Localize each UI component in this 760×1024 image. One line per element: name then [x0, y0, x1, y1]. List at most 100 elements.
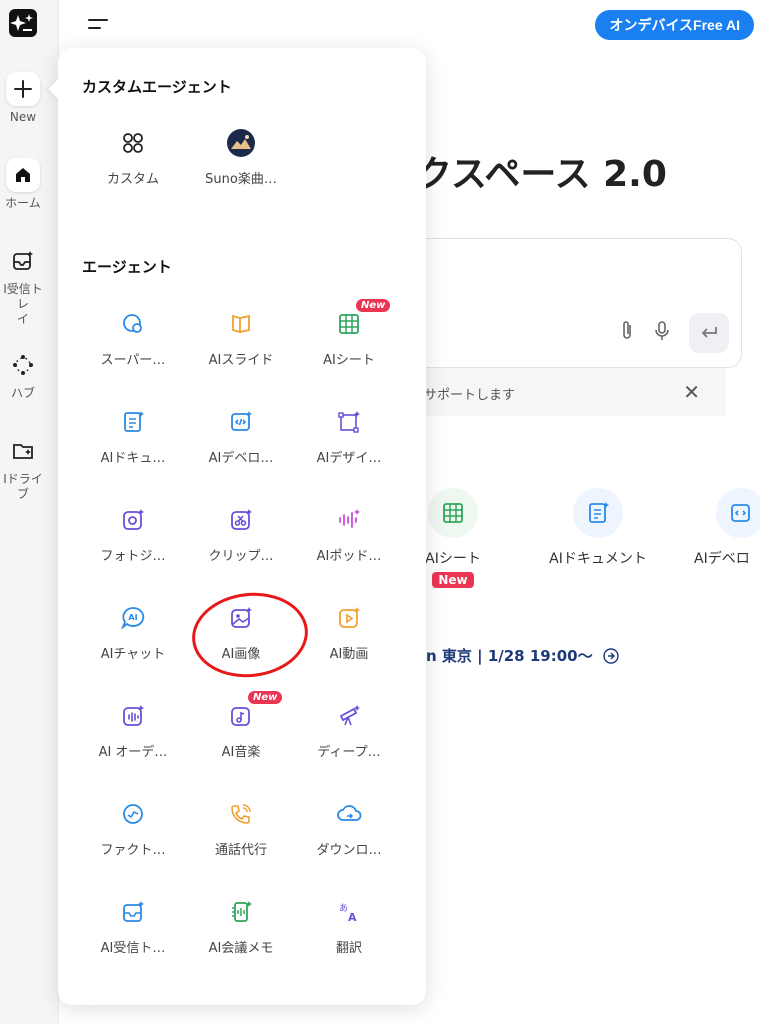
- rail-label: ハブ: [10, 386, 35, 400]
- inbox-icon: [116, 895, 150, 929]
- tile-label: ディープ…: [317, 745, 381, 760]
- chat-icon: AI: [116, 601, 150, 635]
- fact-check-icon: [116, 797, 150, 831]
- new-agent-popup: カスタムエージェント カスタム Suno楽曲… エージェント スーパー… AIス…: [48, 48, 426, 1005]
- tile-label: フォトジ…: [100, 549, 166, 564]
- tile-label: 通話代行: [214, 843, 267, 858]
- svg-text:AI: AI: [128, 613, 137, 622]
- enter-icon: [701, 327, 717, 338]
- tile-label: AIポッド…: [316, 549, 382, 564]
- agent-tile-ai-slides[interactable]: AIスライド: [187, 291, 295, 389]
- close-icon[interactable]: ✕: [683, 380, 700, 404]
- agent-tile-ai-music[interactable]: New AI音楽: [187, 683, 295, 781]
- agent-tile-ai-sheet[interactable]: New AIシート: [295, 291, 403, 389]
- clip-icon: [224, 503, 258, 537]
- notice-text: サポートします: [424, 388, 516, 403]
- agent-tile-ai-chat[interactable]: AI AIチャット: [79, 585, 187, 683]
- on-device-free-ai-button[interactable]: オンデバイスFree AI: [595, 10, 754, 40]
- quick-agent-ai-document[interactable]: AIドキュメント: [528, 488, 668, 568]
- agent-tile-download[interactable]: ダウンロ…: [295, 781, 403, 879]
- agent-tile-deep-research[interactable]: ディープ…: [295, 683, 403, 781]
- notice-banner: サポートします ✕: [380, 368, 726, 416]
- svg-text:A: A: [348, 911, 357, 924]
- sheet-icon: [428, 488, 478, 538]
- agent-tile-call-agent[interactable]: 通話代行: [187, 781, 295, 879]
- rail-label: Iドライブ: [3, 472, 43, 501]
- tile-label: カスタム: [106, 172, 159, 187]
- tile-label: 翻訳: [335, 941, 362, 956]
- design-icon: [332, 405, 366, 439]
- agent-tile-translate[interactable]: あA 翻訳: [295, 879, 403, 977]
- agent-tile-fact-check[interactable]: ファクト…: [79, 781, 187, 879]
- agent-tile-ai-document[interactable]: AIドキュ…: [79, 389, 187, 487]
- inbox-icon: [6, 244, 40, 278]
- cloud-download-icon: [332, 797, 366, 831]
- tile-label: スーパー…: [100, 353, 166, 368]
- tile-label: AI音楽: [221, 745, 261, 760]
- tile-label: AI受信ト…: [100, 941, 166, 956]
- agent-tile-super-agent[interactable]: スーパー…: [79, 291, 187, 389]
- tile-label: Suno楽曲…: [205, 172, 277, 187]
- new-badge: New: [432, 572, 474, 588]
- left-rail: New ホーム I受信トレ イ ハブ Iドライブ: [0, 0, 59, 1024]
- agent-tile-ai-developer[interactable]: AIデベロ…: [187, 389, 295, 487]
- tile-label: AI オーデ…: [98, 745, 168, 760]
- genspark-logo[interactable]: [9, 9, 37, 37]
- music-icon: New: [224, 691, 283, 733]
- menu-toggle-icon[interactable]: [88, 16, 108, 32]
- translate-icon: あA: [332, 895, 366, 929]
- rail-item-drive[interactable]: Iドライブ: [0, 434, 46, 502]
- meeting-notes-icon: [224, 895, 258, 929]
- tile-label: AIデザイ…: [316, 451, 382, 466]
- tile-label: AI画像: [221, 647, 261, 662]
- quick-label: AIドキュメント: [549, 551, 647, 567]
- tile-label: AIドキュ…: [100, 451, 166, 466]
- photo-icon: [116, 503, 150, 537]
- arrow-right-circle-icon: [602, 647, 619, 664]
- agent-tile-ai-design[interactable]: AIデザイ…: [295, 389, 403, 487]
- agent-tile-ai-image[interactable]: AI画像: [187, 585, 295, 683]
- tile-label: AIシート: [323, 353, 375, 368]
- agent-tile-ai-video[interactable]: AI動画: [295, 585, 403, 683]
- agent-tile-suno[interactable]: Suno楽曲…: [187, 110, 295, 208]
- document-icon: [116, 405, 150, 439]
- rail-label: ホーム: [5, 196, 41, 210]
- rail-item-new[interactable]: New: [0, 72, 46, 125]
- agent-tile-ai-podcast[interactable]: AIポッド…: [295, 487, 403, 585]
- tile-label: ダウンロ…: [316, 843, 382, 858]
- quick-label: AIデベロ: [694, 551, 750, 567]
- image-icon: [224, 601, 258, 635]
- plus-icon: [6, 72, 40, 106]
- slides-icon: [224, 307, 258, 341]
- agent-tile-ai-audio[interactable]: AI オーデ…: [79, 683, 187, 781]
- new-badge: New: [248, 691, 283, 704]
- developer-icon: [716, 488, 760, 538]
- rail-item-hub[interactable]: ハブ: [0, 348, 46, 401]
- send-button[interactable]: [689, 313, 729, 353]
- video-icon: [332, 601, 366, 635]
- agent-tile-clip[interactable]: クリップ…: [187, 487, 295, 585]
- tile-label: AI会議メモ: [208, 941, 274, 956]
- attach-icon[interactable]: [619, 320, 635, 346]
- suno-avatar-icon: [224, 126, 258, 160]
- rail-label: I受信トレ イ: [3, 282, 43, 326]
- agent-tile-custom[interactable]: カスタム: [79, 110, 187, 208]
- tile-label: AIスライド: [208, 353, 274, 368]
- rail-item-inbox[interactable]: I受信トレ イ: [0, 244, 46, 327]
- rail-item-home[interactable]: ホーム: [0, 158, 46, 211]
- drive-icon: [6, 434, 40, 468]
- microphone-icon[interactable]: [653, 320, 671, 346]
- event-link[interactable]: n 東京 | 1/28 19:00〜: [426, 645, 619, 666]
- agent-tile-photo[interactable]: フォトジ…: [79, 487, 187, 585]
- phone-icon: [224, 797, 258, 831]
- sheet-icon: New: [332, 299, 391, 341]
- new-badge: New: [356, 299, 391, 312]
- agent-tile-ai-inbox[interactable]: AI受信ト…: [79, 879, 187, 977]
- quick-agent-ai-developer[interactable]: AIデベロ: [672, 488, 760, 568]
- chat-input-box[interactable]: [380, 238, 742, 368]
- agent-tile-ai-meeting-notes[interactable]: AI会議メモ: [187, 879, 295, 977]
- svg-text:あ: あ: [339, 903, 348, 914]
- event-text: n 東京 | 1/28 19:00〜: [426, 647, 593, 665]
- home-icon: [6, 158, 40, 192]
- audio-icon: [116, 699, 150, 733]
